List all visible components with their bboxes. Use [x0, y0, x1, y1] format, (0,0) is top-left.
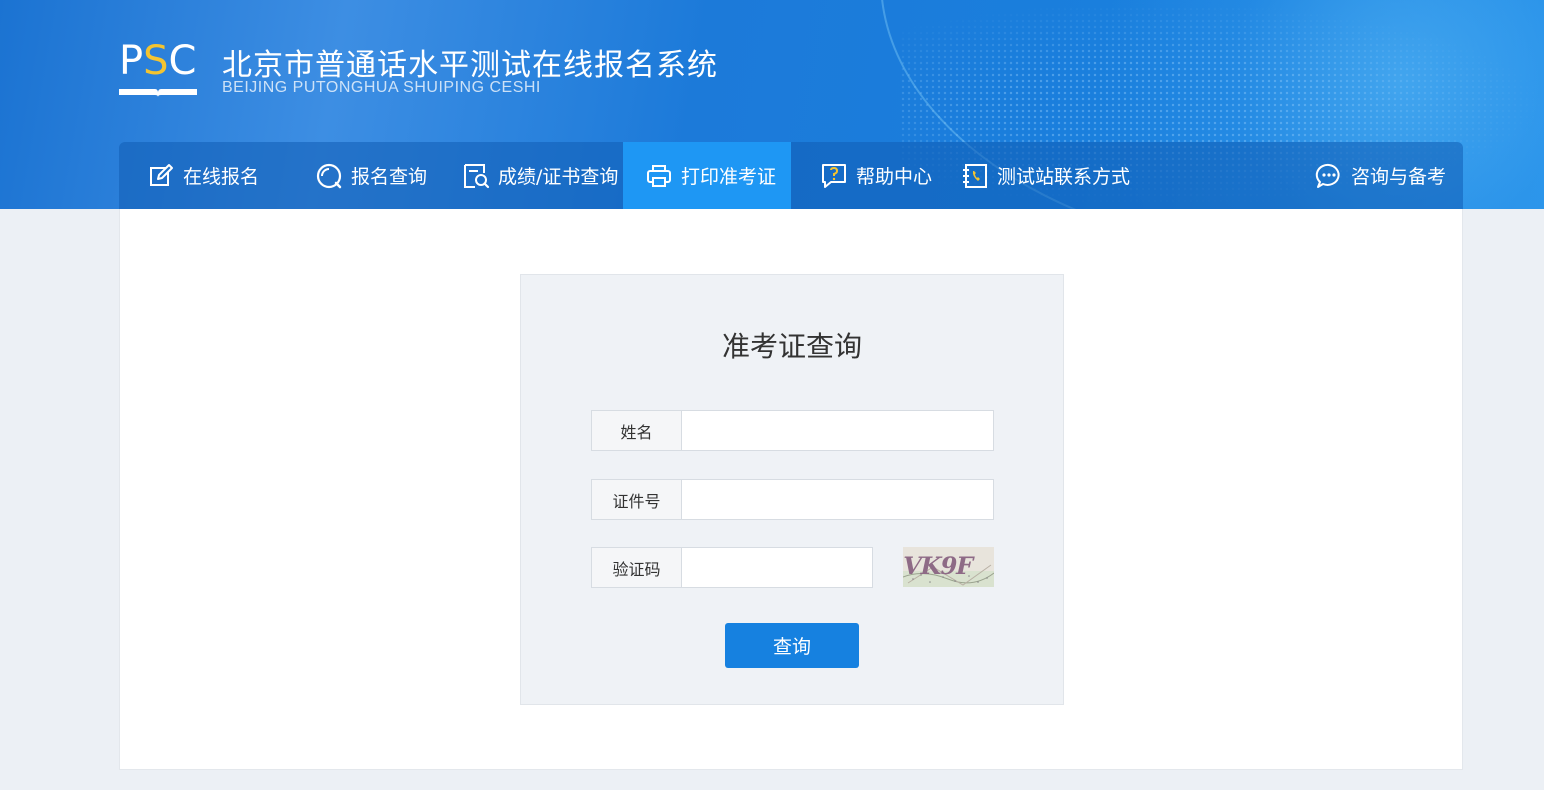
logo-text: PSC [119, 38, 197, 84]
nav-item-registration-query[interactable]: 报名查询 [315, 142, 427, 209]
site-title: 北京市普通话水平测试在线报名系统 [222, 48, 718, 83]
nav-item-help-center[interactable]: 帮助中心 [820, 142, 932, 209]
captcha-label: 验证码 [591, 547, 682, 588]
main-content: 准考证查询 姓名 证件号 验证码 VK9F 查询 [119, 209, 1463, 770]
nav-item-score-certificate-query[interactable]: 成绩/证书查询 [462, 142, 618, 209]
id-number-label: 证件号 [591, 479, 682, 520]
nav-item-consult-and-prepare[interactable]: 咨询与备考 [1315, 142, 1446, 209]
chat-icon [1315, 163, 1340, 188]
captcha-input[interactable] [682, 547, 873, 588]
captcha-image[interactable]: VK9F [903, 547, 994, 587]
captcha-text: VK9F [903, 551, 976, 580]
query-button[interactable]: 查询 [725, 623, 859, 668]
admission-ticket-query-form: 准考证查询 姓名 证件号 验证码 VK9F 查询 [520, 274, 1064, 705]
nav-item-label: 打印准考证 [681, 166, 777, 188]
main-nav: 在线报名 报名查询 成绩/证书查询 打印准考证 帮助中心 测试站联系方式 咨询与… [119, 142, 1463, 209]
psc-logo[interactable]: PSC [119, 41, 199, 99]
id-number-field: 证件号 [591, 479, 994, 520]
captcha-field: 验证码 [591, 547, 873, 588]
printer-icon [647, 164, 671, 187]
book-icon [119, 89, 197, 97]
nav-item-label: 在线报名 [183, 166, 260, 188]
document-search-icon [464, 163, 490, 188]
name-input[interactable] [682, 410, 994, 451]
name-field: 姓名 [591, 410, 994, 451]
help-icon [822, 163, 846, 188]
id-number-input[interactable] [682, 479, 994, 520]
form-title: 准考证查询 [721, 330, 862, 363]
header-banner: PSC 北京市普通话水平测试在线报名系统 BEIJING PUTONGHUA S… [0, 0, 1544, 209]
nav-item-label: 成绩/证书查询 [498, 166, 619, 188]
nav-item-label: 报名查询 [351, 166, 428, 188]
name-label: 姓名 [591, 410, 682, 451]
nav-item-label: 帮助中心 [856, 166, 933, 188]
edit-icon [150, 163, 173, 186]
nav-item-label: 测试站联系方式 [997, 166, 1131, 188]
nav-item-test-station-contacts[interactable]: 测试站联系方式 [961, 142, 1130, 209]
search-circle-icon [316, 163, 342, 188]
nav-item-print-admission-ticket[interactable]: 打印准考证 [623, 142, 791, 209]
nav-item-online-registration[interactable]: 在线报名 [147, 142, 259, 209]
site-subtitle: BEIJING PUTONGHUA SHUIPING CESHI [222, 79, 541, 96]
phone-book-icon [963, 163, 987, 188]
nav-item-label: 咨询与备考 [1351, 166, 1447, 188]
